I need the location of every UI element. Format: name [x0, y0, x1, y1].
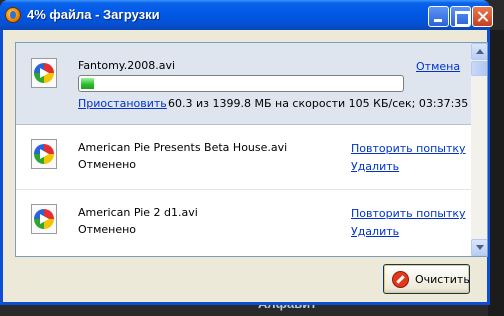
retry-link[interactable]: Повторить попытку: [351, 207, 466, 220]
background-window: [488, 30, 504, 316]
minimize-button[interactable]: [428, 6, 449, 27]
vertical-scrollbar[interactable]: [471, 43, 487, 256]
download-status: Отменено: [78, 223, 137, 236]
progress-fill: [81, 78, 94, 89]
download-status: Отменено: [78, 158, 137, 171]
download-list: Fantomy.2008.avi Отмена Приостановить 60…: [15, 42, 488, 257]
media-file-icon: [31, 58, 57, 88]
title-bar[interactable]: 4% файла - Загрузки: [0, 0, 493, 30]
clear-button-label: Очистить: [415, 273, 470, 286]
download-item[interactable]: American Pie 2 d1.avi Отменено Повторить…: [16, 191, 471, 255]
download-item[interactable]: American Pie Presents Beta House.avi Отм…: [16, 126, 471, 190]
retry-link[interactable]: Повторить попытку: [351, 142, 466, 155]
scroll-thumb[interactable]: [471, 61, 487, 76]
download-filename: American Pie Presents Beta House.avi: [78, 141, 288, 154]
media-file-icon: [31, 139, 57, 169]
remove-link[interactable]: Удалить: [351, 225, 399, 238]
clear-icon: [392, 271, 409, 288]
download-filename: Fantomy.2008.avi: [78, 59, 176, 72]
download-item-active[interactable]: Fantomy.2008.avi Отмена Приостановить 60…: [16, 43, 487, 125]
firefox-icon: [5, 7, 21, 23]
close-button[interactable]: [472, 6, 493, 27]
downloads-window: 4% файла - Загрузки Fantomy.2008.avi Отм…: [0, 0, 493, 305]
scroll-up-button[interactable]: [471, 43, 487, 60]
progress-bar: [78, 75, 404, 92]
pause-link[interactable]: Приостановить: [78, 97, 167, 110]
scroll-down-button[interactable]: [471, 239, 487, 256]
maximize-button[interactable]: [450, 6, 471, 27]
clear-list-button[interactable]: Очистить: [383, 264, 470, 294]
download-filename: American Pie 2 d1.avi: [78, 206, 198, 219]
media-file-icon: [31, 204, 57, 234]
remove-link[interactable]: Удалить: [351, 160, 399, 173]
download-status: 60.3 из 1399.8 МБ на скорости 105 КБ/сек…: [168, 97, 488, 110]
cancel-link[interactable]: Отмена: [416, 60, 460, 73]
window-title: 4% файла - Загрузки: [27, 7, 160, 22]
